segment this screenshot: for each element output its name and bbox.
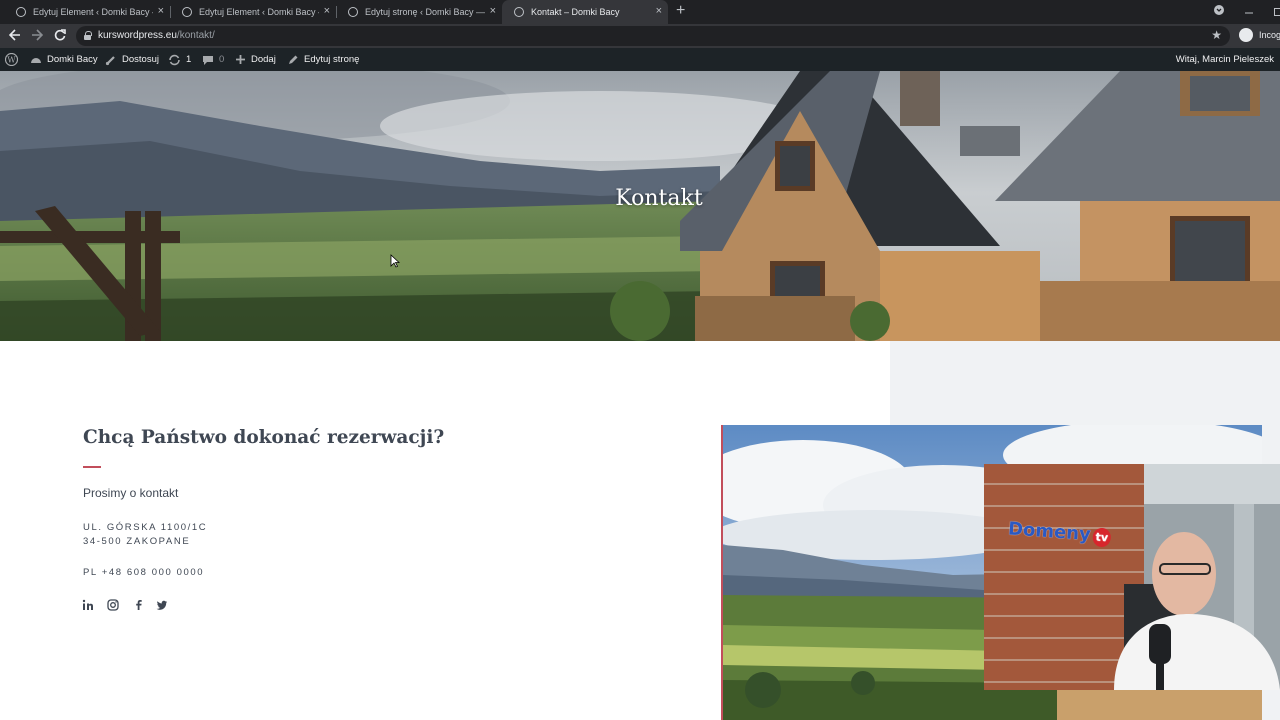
close-tab-icon[interactable]: × bbox=[656, 6, 662, 17]
comment-icon bbox=[203, 55, 213, 65]
globe-icon bbox=[182, 7, 192, 17]
browser-tab[interactable]: Edytuj stronę ‹ Domki Bacy — WordPress × bbox=[336, 0, 502, 24]
new-tab-button[interactable]: + bbox=[676, 2, 685, 20]
plus-icon bbox=[236, 55, 245, 64]
pencil-icon bbox=[289, 55, 298, 64]
forward-arrow-icon[interactable] bbox=[31, 28, 44, 46]
address-bar[interactable]: kurswordpress.eu/kontakt/ ★ bbox=[76, 26, 1230, 46]
browser-tab[interactable]: Edytuj Element ‹ Domki Bacy — WordPress … bbox=[170, 0, 336, 24]
webcam-desk-strip bbox=[1057, 690, 1262, 720]
wp-admin-bar: W Domki Bacy Dostosuj 1 0 Dodaj Edytuj s… bbox=[0, 48, 1280, 71]
wordpress-logo-icon[interactable]: W bbox=[5, 48, 23, 71]
url-text[interactable]: kurswordpress.eu/kontakt/ bbox=[98, 30, 215, 41]
address-street: UL. GÓRSKA 1100/1C bbox=[83, 522, 208, 533]
tab-search-icon[interactable] bbox=[1213, 4, 1225, 19]
contact-subtitle: Prosimy o kontakt bbox=[83, 486, 179, 500]
globe-icon bbox=[16, 7, 26, 17]
back-arrow-icon[interactable] bbox=[8, 28, 21, 46]
contact-phone: PL +48 608 000 0000 bbox=[83, 567, 205, 578]
brush-icon bbox=[105, 55, 115, 65]
dashboard-icon bbox=[31, 57, 41, 63]
adminbar-add-new[interactable]: Dodaj bbox=[235, 48, 276, 71]
twitter-icon[interactable] bbox=[156, 598, 170, 612]
adminbar-comments[interactable]: 0 bbox=[202, 48, 224, 71]
webcam-overlay: Domeny tv bbox=[984, 464, 1280, 690]
updates-icon bbox=[169, 54, 180, 65]
hero-banner: Kontakt bbox=[0, 71, 1280, 341]
adminbar-updates[interactable]: 1 bbox=[168, 48, 191, 71]
star-icon[interactable]: ★ bbox=[1211, 28, 1222, 42]
svg-text:W: W bbox=[7, 56, 16, 65]
reload-icon[interactable] bbox=[54, 28, 66, 46]
incognito-icon bbox=[1239, 28, 1253, 42]
browser-tab-bar: Edytuj Element ‹ Domki Bacy — WordPress … bbox=[0, 0, 1280, 24]
incognito-badge[interactable]: Incognito bbox=[1239, 28, 1280, 42]
globe-icon bbox=[514, 7, 524, 17]
minimize-icon[interactable] bbox=[1245, 6, 1253, 20]
browser-tab-active[interactable]: Kontakt – Domki Bacy × bbox=[502, 0, 668, 24]
adminbar-site-name[interactable]: Domki Bacy bbox=[30, 48, 98, 71]
adminbar-account[interactable]: Witaj, Marcin Pieleszek bbox=[1176, 48, 1274, 71]
linkedin-icon[interactable] bbox=[82, 598, 96, 612]
close-tab-icon[interactable]: × bbox=[490, 6, 496, 17]
instagram-icon[interactable] bbox=[107, 598, 121, 612]
accent-divider bbox=[83, 466, 101, 468]
close-tab-icon[interactable]: × bbox=[158, 6, 164, 17]
adminbar-edit-page[interactable]: Edytuj stronę bbox=[287, 48, 359, 71]
maximize-icon[interactable] bbox=[1274, 5, 1280, 19]
mouse-cursor-icon bbox=[390, 254, 400, 268]
facebook-icon[interactable] bbox=[133, 598, 147, 612]
browser-tab[interactable]: Edytuj Element ‹ Domki Bacy — WordPress … bbox=[4, 0, 170, 24]
adminbar-customize[interactable]: Dostosuj bbox=[105, 48, 159, 71]
address-city: 34-500 ZAKOPANE bbox=[83, 536, 191, 547]
browser-toolbar: kurswordpress.eu/kontakt/ ★ bbox=[0, 24, 1280, 48]
contact-heading: Chcą Państwo dokonać rezerwacji? bbox=[83, 427, 445, 448]
page-title: Kontakt bbox=[615, 186, 703, 211]
lock-icon bbox=[84, 31, 92, 40]
globe-icon bbox=[348, 7, 358, 17]
close-tab-icon[interactable]: × bbox=[324, 6, 330, 17]
